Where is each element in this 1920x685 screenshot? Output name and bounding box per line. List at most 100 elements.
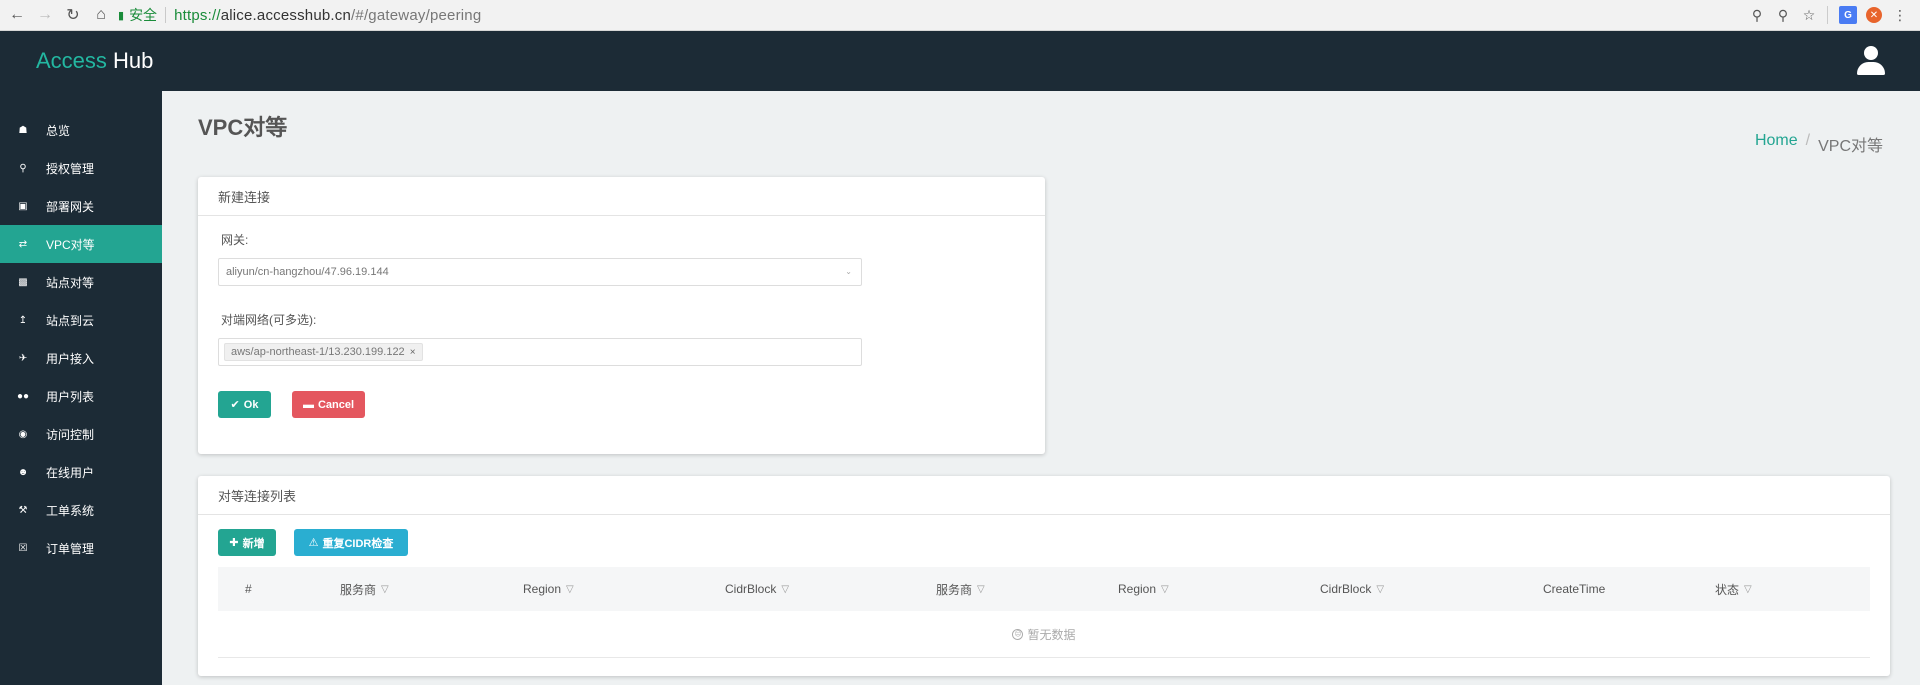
sidebar-item-authorization[interactable]: ⚲ 授权管理: [0, 149, 162, 187]
upload-icon: ↥: [18, 314, 28, 326]
cube-icon: ▣: [18, 200, 28, 212]
column-header-index: #: [245, 582, 252, 596]
gateway-select[interactable]: aliyun/cn-hangzhou/47.96.19.144 ⌄: [218, 258, 862, 286]
sidebar-item-label: VPC对等: [46, 237, 95, 252]
plane-icon: ✈: [18, 352, 28, 364]
sidebar-item-deploy-gateway[interactable]: ▣ 部署网关: [0, 187, 162, 225]
sidebar-item-label: 在线用户: [46, 465, 95, 480]
warning-icon: ⚠: [308, 537, 319, 549]
url-divider: [165, 7, 167, 23]
sitemap-icon: ▩: [18, 276, 28, 288]
circle-icon: ◉: [18, 428, 28, 440]
app-logo[interactable]: Access Hub: [36, 48, 153, 74]
sidebar-item-vpc-peering[interactable]: ⇄ VPC对等: [0, 225, 162, 263]
password-key-icon[interactable]: ⚲: [1771, 4, 1795, 26]
sidebar-item-label: 访问控制: [46, 427, 95, 442]
empty-text: 暂无数据: [1027, 627, 1076, 642]
peer-network-multiselect[interactable]: aws/ap-northeast-1/13.230.199.122 ×: [218, 338, 862, 366]
sidebar-item-label: 用户接入: [46, 351, 95, 366]
sidebar-item-overview[interactable]: ☗ 总览: [0, 111, 162, 149]
filter-icon[interactable]: ▽: [381, 584, 389, 595]
panel-title: 对等连接列表: [198, 476, 1890, 515]
sidebar-item-label: 工单系统: [46, 503, 95, 518]
table-header: # 服务商 ▽ Region ▽ CidrBlock ▽ 服务商 ▽ Region ▽ C…: [218, 567, 1870, 611]
cancel-button[interactable]: ▬ Cancel: [292, 391, 365, 418]
gateway-select-value: aliyun/cn-hangzhou/47.96.19.144: [226, 266, 389, 278]
wrench-icon: ⚒: [18, 504, 28, 516]
column-header-peer-provider[interactable]: 服务商 ▽: [936, 567, 985, 611]
column-header-createtime: CreateTime: [1543, 582, 1606, 596]
peer-table: # 服务商 ▽ Region ▽ CidrBlock ▽ 服务商 ▽ Region ▽ C…: [218, 567, 1870, 658]
cart-icon: ☒: [18, 542, 28, 554]
column-header-status[interactable]: 状态 ▽: [1715, 567, 1752, 611]
sidebar-item-site-to-cloud[interactable]: ↥ 站点到云: [0, 301, 162, 339]
column-header-provider[interactable]: 服务商 ▽: [340, 567, 389, 611]
key-icon: ⚲: [19, 162, 27, 174]
column-header-region[interactable]: Region ▽: [523, 567, 574, 611]
tag-close-icon[interactable]: ×: [410, 347, 416, 358]
chevron-down-icon: ⌄: [845, 267, 852, 276]
page-title: VPC对等: [198, 115, 288, 140]
user-icon: ☻: [17, 466, 29, 478]
sidebar-item-label: 部署网关: [46, 199, 95, 214]
breadcrumb-separator: /: [1805, 132, 1811, 149]
zoom-icon[interactable]: ⚲: [1745, 4, 1769, 26]
sidebar-item-label: 授权管理: [46, 161, 95, 176]
filter-icon[interactable]: ▽: [977, 584, 985, 595]
peer-network-tag: aws/ap-northeast-1/13.230.199.122 ×: [224, 343, 423, 361]
lock-icon: ▮: [118, 9, 125, 22]
users-icon: ●●: [16, 390, 30, 402]
sidebar-item-order-management[interactable]: ☒ 订单管理: [0, 529, 162, 567]
sidebar-item-user-list[interactable]: ●● 用户列表: [0, 377, 162, 415]
extension-divider: [1827, 6, 1828, 24]
column-header-peer-region[interactable]: Region ▽: [1118, 567, 1169, 611]
back-arrow-icon[interactable]: ←: [6, 4, 28, 26]
peer-network-label: 对端网络(可多选):: [221, 313, 317, 327]
sidebar-item-site-peering[interactable]: ▩ 站点对等: [0, 263, 162, 301]
empty-face-icon: ☹: [1012, 628, 1024, 640]
user-avatar-icon[interactable]: [1856, 46, 1886, 76]
browser-toolbar: ← → ↻ ⌂ ▮ 安全 https://alice.accesshub.cn/…: [0, 0, 1920, 31]
sidebar-item-access-control[interactable]: ◉ 访问控制: [0, 415, 162, 453]
browser-menu-icon[interactable]: ⋮: [1888, 4, 1912, 26]
peer-list-panel: 对等连接列表 ✚ 新增 ⚠ 重复CIDR检查 # 服务商 ▽ Region ▽ Cidr…: [198, 476, 1890, 676]
breadcrumb-current: VPC对等: [1818, 138, 1883, 155]
breadcrumb-home-link[interactable]: Home: [1755, 132, 1798, 156]
sidebar-item-label: 站点对等: [46, 275, 95, 290]
minus-icon: ▬: [302, 398, 314, 411]
breadcrumb: Home / VPC对等: [1755, 132, 1883, 156]
reload-icon[interactable]: ↻: [62, 4, 84, 26]
filter-icon[interactable]: ▽: [1161, 584, 1169, 595]
home-icon: ☗: [18, 124, 28, 136]
sidebar-item-label: 总览: [46, 123, 71, 138]
app-header: Access Hub: [0, 31, 1920, 91]
sidebar-item-online-users[interactable]: ☻ 在线用户: [0, 453, 162, 491]
url-text[interactable]: https://alice.accesshub.cn/#/gateway/pee…: [174, 7, 481, 24]
cidr-check-button[interactable]: ⚠ 重复CIDR检查: [294, 529, 408, 556]
gateway-label: 网关:: [221, 233, 249, 247]
filter-icon[interactable]: ▽: [781, 584, 789, 595]
shuffle-icon: ⇄: [18, 238, 28, 250]
forward-arrow-icon[interactable]: →: [34, 4, 56, 26]
column-header-peer-cidrblock[interactable]: CidrBlock ▽: [1320, 567, 1384, 611]
translate-extension-icon[interactable]: G: [1836, 4, 1860, 26]
filter-icon[interactable]: ▽: [1376, 584, 1384, 595]
sidebar: ☗ 总览 ⚲ 授权管理 ▣ 部署网关 ⇄ VPC对等 ▩ 站点对等 ↥ 站点到云 ✈ 用户接入…: [0, 91, 162, 685]
main-content: VPC对等 Home / VPC对等 新建连接 网关: aliyun/cn-ha…: [162, 91, 1920, 685]
sidebar-item-user-access[interactable]: ✈ 用户接入: [0, 339, 162, 377]
orange-extension-icon[interactable]: ✕: [1862, 4, 1886, 26]
sidebar-item-label: 订单管理: [46, 541, 95, 556]
table-empty-row: ☹ 暂无数据: [218, 611, 1870, 658]
sidebar-item-label: 站点到云: [46, 313, 95, 328]
home-page-icon[interactable]: ⌂: [90, 4, 112, 26]
bookmark-star-icon[interactable]: ☆: [1797, 4, 1821, 26]
address-bar[interactable]: ▮ 安全 https://alice.accesshub.cn/#/gatewa…: [118, 3, 1743, 27]
filter-icon[interactable]: ▽: [566, 584, 574, 595]
filter-icon[interactable]: ▽: [1744, 584, 1752, 595]
sidebar-item-label: 用户列表: [46, 389, 95, 404]
column-header-cidrblock[interactable]: CidrBlock ▽: [725, 567, 789, 611]
check-icon: ✔: [230, 399, 240, 411]
sidebar-item-ticket-system[interactable]: ⚒ 工单系统: [0, 491, 162, 529]
ok-button[interactable]: ✔ Ok: [218, 391, 271, 418]
add-button[interactable]: ✚ 新增: [218, 529, 276, 556]
